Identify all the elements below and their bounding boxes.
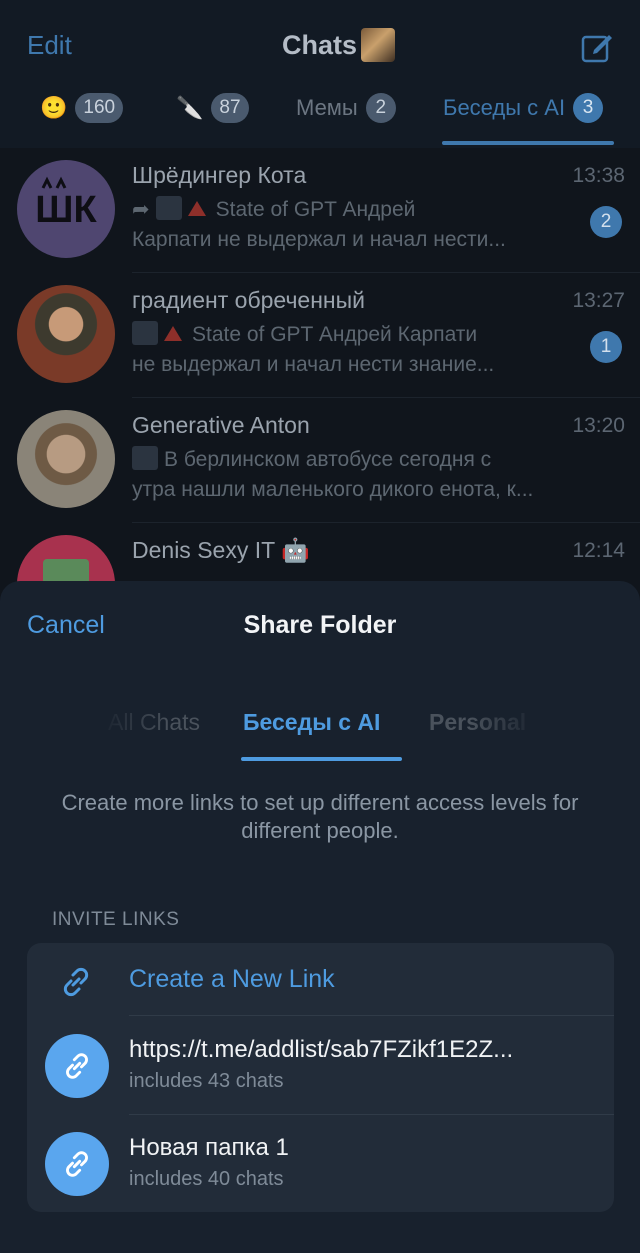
knife-emoji-icon: 🔪 — [176, 95, 204, 120]
media-thumbnail — [132, 321, 158, 345]
chat-row[interactable]: Generative Anton 13:20 В берлинском авто… — [0, 398, 640, 523]
edit-button[interactable]: Edit — [27, 30, 72, 61]
folder-tab-emoji-1[interactable]: 🙂 160 — [40, 88, 124, 128]
avatar — [17, 285, 115, 383]
chat-timestamp: 13:27 — [572, 289, 625, 312]
forward-icon: ➦ — [132, 198, 150, 221]
title-group: Chats — [282, 28, 396, 62]
page-title: Chats — [282, 29, 358, 60]
unread-badge: 2 — [590, 206, 622, 238]
chat-title: Generative Anton — [132, 412, 310, 438]
folder-tab-label: Беседы с AI — [443, 95, 566, 120]
folder-count-badge: 3 — [573, 93, 604, 123]
tab-fade-right — [470, 701, 540, 751]
chat-row[interactable]: ШК Шрёдингер Кота 13:38 ➦ State of GPT Ан… — [0, 148, 640, 273]
chat-preview-text: State of GPT Андрей — [215, 198, 416, 221]
sheet-title: Share Folder — [243, 611, 397, 639]
folder-picker-tabs: All Chats Беседы с AI Personal — [0, 709, 640, 761]
folder-count-badge: 87 — [211, 93, 249, 123]
media-thumbnail — [155, 196, 182, 220]
invite-link-name: Новая папка 1 — [129, 1134, 289, 1161]
avatar — [17, 410, 115, 508]
invite-link-subtitle: includes 40 chats — [129, 1168, 284, 1190]
folder-tab-emoji-2[interactable]: 🔪 87 — [176, 88, 249, 128]
folder-tabs: 🙂 160 🔪 87 Мемы 2 Беседы с AI 3 — [0, 88, 640, 146]
chat-preview-line: State of GPT Андрей Карпати — [132, 321, 582, 347]
folder-count-badge: 160 — [75, 93, 124, 123]
share-folder-sheet: Cancel Share Folder All Chats Беседы с A… — [0, 581, 640, 1253]
unread-badge: 1 — [590, 331, 622, 363]
red-triangle-icon — [164, 326, 182, 341]
folder-tab-indicator — [442, 141, 614, 145]
create-link-label: Create a New Link — [129, 965, 335, 993]
chat-preview-text: не выдержал и начал нести знание... — [132, 353, 495, 376]
link-icon — [63, 967, 89, 997]
title-sticker-image — [361, 28, 396, 62]
compose-icon[interactable] — [580, 30, 614, 64]
invite-link-subtitle: includes 43 chats — [129, 1070, 284, 1092]
link-avatar — [45, 1034, 109, 1098]
chat-preview-text: Карпати не выдержал и начал нести... — [132, 228, 506, 251]
section-header: INVITE LINKS — [52, 909, 180, 930]
folder-count-badge: 2 — [365, 93, 396, 123]
chat-title: Шрёдингер Кота — [132, 162, 307, 188]
chat-timestamp: 12:14 — [572, 539, 625, 562]
avatar: ШК — [17, 160, 115, 258]
smile-emoji-icon: 🙂 — [40, 95, 68, 120]
invite-link-url: https://t.me/addlist/sab7FZikf1E2Z... — [129, 1036, 514, 1063]
folder-tab-memes[interactable]: Мемы 2 — [296, 88, 396, 128]
chat-row[interactable]: градиент обреченный 13:27 State of GPT А… — [0, 273, 640, 398]
create-link-button[interactable]: Create a New Link — [27, 943, 614, 1015]
chat-preview-line: ➦ State of GPT Андрей — [132, 196, 582, 222]
chat-timestamp: 13:38 — [572, 164, 625, 187]
chat-title: Denis Sexy IT 🤖 — [132, 537, 310, 563]
tab-fade-left — [100, 701, 170, 751]
chat-preview-text: State of GPT Андрей Карпати — [192, 323, 478, 346]
folder-tab-ai-chats[interactable]: Беседы с AI 3 — [443, 88, 604, 128]
link-icon — [66, 1053, 88, 1079]
link-icon — [66, 1151, 88, 1177]
navigation-bar: Edit Chats 🙂 160 🔪 87 Мемы 2 Беседы с AI — [0, 0, 640, 148]
svg-text:ШК: ШК — [35, 189, 97, 231]
invite-link-row[interactable]: Новая папка 1 includes 40 chats — [27, 1114, 614, 1212]
invite-link-row[interactable]: https://t.me/addlist/sab7FZikf1E2Z... in… — [27, 1016, 614, 1114]
media-thumbnail — [132, 446, 158, 470]
folder-tab-label: Мемы — [296, 95, 358, 120]
red-triangle-icon — [187, 201, 206, 216]
invite-links-card: Create a New Link https://t.me/addlist/s… — [27, 943, 614, 1212]
hint-text: Create more links to set up different ac… — [61, 790, 579, 843]
chat-preview-line: В берлинском автобусе сегодня с — [132, 446, 582, 472]
channel-logo-icon: ШК — [35, 176, 97, 231]
chat-preview-text: утра нашли маленького дикого енота, к... — [132, 478, 534, 501]
chat-timestamp: 13:20 — [572, 414, 625, 437]
link-avatar — [45, 1132, 109, 1196]
tab-indicator — [241, 757, 402, 761]
tab-ai-chats[interactable]: Беседы с AI — [243, 709, 380, 736]
chat-preview-text: В берлинском автобусе сегодня с — [164, 448, 492, 471]
chat-title: градиент обреченный — [132, 287, 365, 313]
